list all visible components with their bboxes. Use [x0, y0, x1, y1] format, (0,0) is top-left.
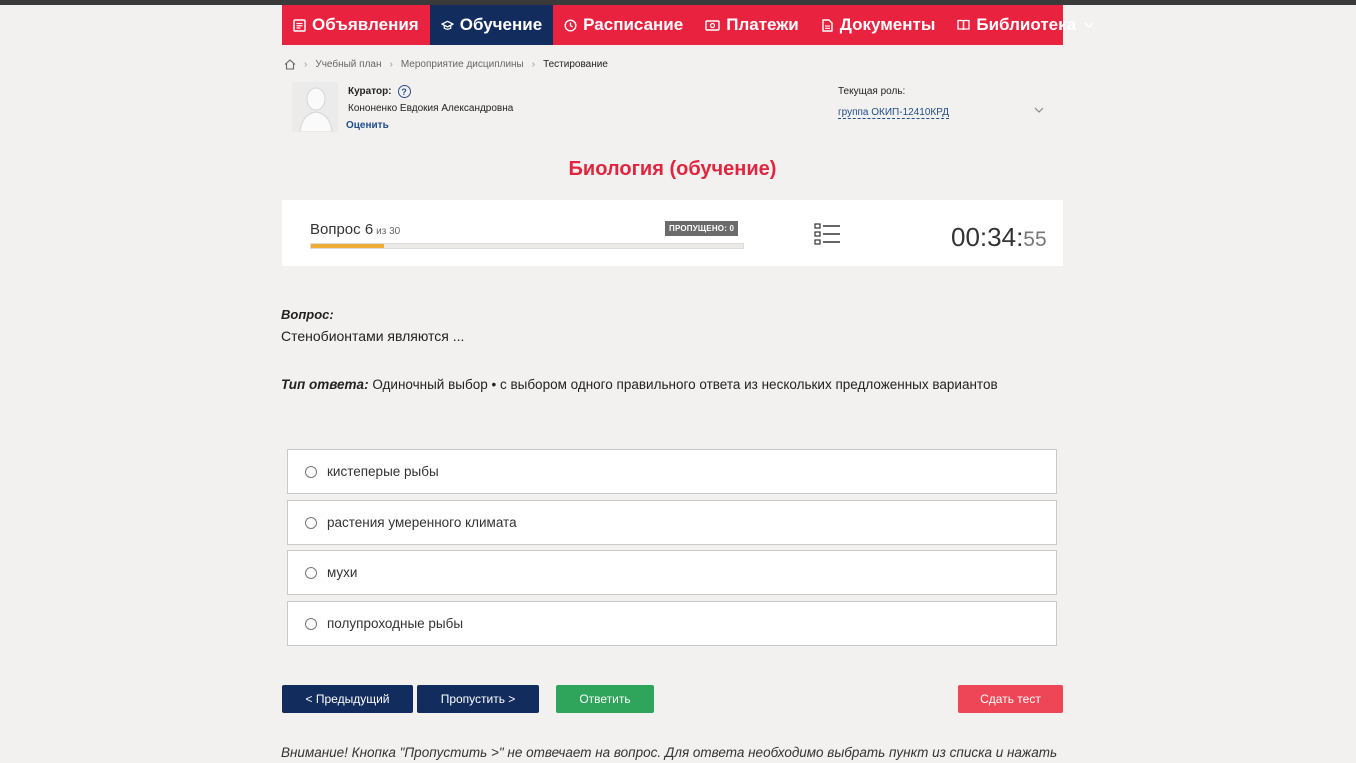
question-list-icon[interactable] — [814, 222, 842, 248]
radio-button[interactable] — [305, 566, 317, 579]
avatar — [292, 82, 338, 132]
question-counter: Вопрос 6 из 30 — [310, 221, 401, 238]
role-label: Текущая роль: — [838, 86, 906, 97]
radio-button[interactable] — [305, 465, 317, 478]
breadcrumb: › Учебный план › Мероприятие дисциплины … — [284, 57, 608, 71]
radio-button[interactable] — [305, 617, 317, 630]
nav-item-label: Обучение — [459, 15, 543, 34]
nav-item-label: Библиотека — [976, 15, 1077, 34]
answer-option[interactable]: кистеперые рыбы — [287, 449, 1057, 494]
answer-option-label: мухи — [327, 565, 358, 580]
progress-fill — [311, 244, 385, 248]
progress-panel: Вопрос 6 из 30 ПРОПУЩЕНО: 0 00:34:55 — [282, 200, 1063, 266]
answer-option-label: растения умеренного климата — [327, 515, 517, 530]
answer-option-label: полупроходные рыбы — [327, 616, 464, 631]
page-title: Биология (обучение) — [568, 158, 777, 180]
skipped-badge: ПРОПУЩЕНО: 0 — [665, 221, 739, 236]
answer-option[interactable]: мухи — [287, 550, 1057, 595]
nav-item-schedule[interactable]: Расписание — [553, 5, 694, 45]
nav-item-payments[interactable]: Платежи — [694, 5, 810, 45]
breadcrumb-current: Тестирование — [543, 58, 608, 70]
rate-curator-link[interactable]: Оценить — [346, 120, 389, 131]
warning-text: Внимание! Кнопка "Пропустить >" не отвеч… — [281, 745, 1058, 760]
nav-item-announcements[interactable]: Объявления — [282, 5, 430, 45]
chevron-right-icon: › — [389, 58, 393, 70]
home-icon[interactable] — [284, 58, 296, 70]
nav-item-label: Платежи — [726, 15, 799, 34]
question-label: Вопрос: — [281, 307, 334, 322]
answer-button[interactable]: Ответить — [556, 685, 654, 713]
graduation-cap-icon — [440, 19, 454, 32]
breadcrumb-curriculum[interactable]: Учебный план — [315, 59, 381, 70]
nav-item-library[interactable]: Библиотека — [946, 5, 1105, 45]
answer-option[interactable]: растения умеренного климата — [287, 500, 1057, 545]
answer-option-label: кистеперые рыбы — [327, 464, 439, 479]
chevron-right-icon: › — [304, 58, 308, 70]
question-text: Стенобионтами являются ... — [281, 328, 465, 344]
finish-test-button[interactable]: Сдать тест — [958, 685, 1063, 713]
curator-name: Кононенко Евдокия Александровна — [348, 103, 514, 114]
book-icon — [957, 19, 971, 32]
skip-button[interactable]: Пропустить > — [417, 685, 539, 713]
news-icon — [293, 18, 306, 32]
progress-bar — [310, 243, 744, 249]
chevron-down-icon — [1084, 18, 1094, 32]
nav-item-label: Документы — [839, 15, 936, 34]
nav-item-documents[interactable]: Документы — [810, 5, 947, 45]
chevron-down-icon[interactable] — [1033, 103, 1045, 115]
timer: 00:34:55 — [951, 222, 1047, 252]
answer-option[interactable]: полупроходные рыбы — [287, 601, 1057, 646]
nav-item-label: Расписание — [583, 15, 684, 34]
nav-item-label: Объявления — [312, 15, 419, 34]
previous-button[interactable]: < Предыдущий — [282, 685, 413, 713]
document-icon — [821, 18, 834, 32]
nav-item-learning[interactable]: Обучение — [429, 5, 554, 45]
radio-button[interactable] — [305, 516, 317, 529]
breadcrumb-discipline-event[interactable]: Мероприятие дисциплины — [401, 59, 524, 70]
main-nav: Объявления Обучение Расписание Платежи Д… — [282, 5, 1094, 45]
curator-label: Куратор: ? — [348, 85, 411, 98]
clock-icon — [564, 18, 577, 32]
answer-type: Тип ответа: Одиночный выбор • с выбором … — [281, 377, 998, 392]
money-icon — [705, 19, 720, 32]
help-icon[interactable]: ? — [397, 85, 411, 98]
chevron-right-icon: › — [531, 58, 536, 70]
role-select[interactable]: группа ОКИП-12410КРД — [838, 107, 949, 119]
